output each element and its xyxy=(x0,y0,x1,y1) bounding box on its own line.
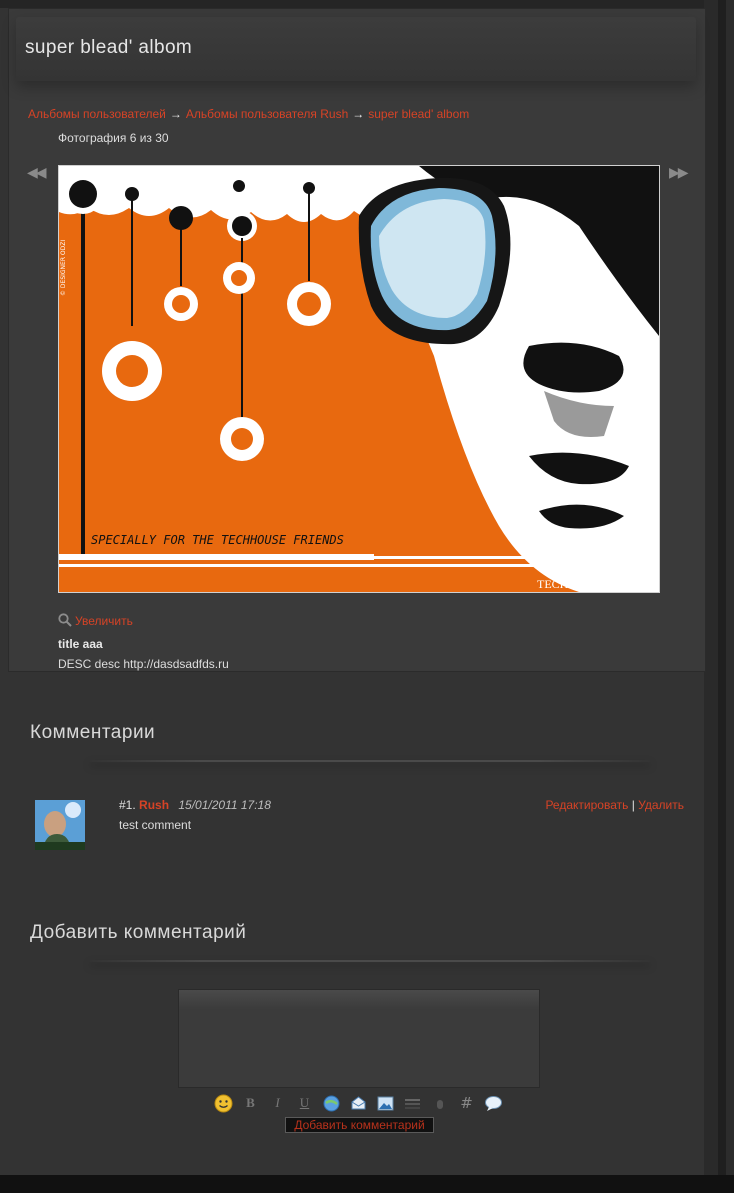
top-border xyxy=(0,0,704,8)
underline-icon[interactable]: U xyxy=(295,1094,314,1113)
album-title: super blead' albom xyxy=(25,37,193,58)
link-icon[interactable] xyxy=(322,1094,341,1113)
image-icon[interactable] xyxy=(376,1094,395,1113)
photo-artwork: SPECIALLY FOR THE TECHHOUSE FRIENDS TECH… xyxy=(59,166,659,592)
comments-divider xyxy=(90,760,650,762)
avatar[interactable] xyxy=(35,800,85,850)
bold-icon[interactable]: B xyxy=(241,1094,260,1113)
photo-counter: Фотография 6 из 30 xyxy=(58,131,169,145)
album-panel: super blead' albom Альбомы пользователей… xyxy=(8,8,706,672)
comment-text: test comment xyxy=(119,818,192,832)
smiley-icon[interactable] xyxy=(214,1094,233,1113)
actions-separator: | xyxy=(631,798,635,812)
comment-number: #1. xyxy=(119,798,136,812)
quote-icon[interactable] xyxy=(403,1094,422,1113)
photo-watermark: TECHHOUSE.EE xyxy=(537,577,626,591)
breadcrumb-users-albums[interactable]: Альбомы пользователей xyxy=(28,107,166,121)
email-icon[interactable] xyxy=(349,1094,368,1113)
breadcrumb: Альбомы пользователей → Альбомы пользовате… xyxy=(28,107,469,121)
right-rail xyxy=(704,0,718,1175)
photo-description: DESC desc http://dasdsadfds.ru xyxy=(58,657,229,671)
breadcrumb-separator: → xyxy=(169,107,182,121)
comment-author-link[interactable]: Rush xyxy=(139,798,169,812)
photo-title: title aaa xyxy=(58,637,103,651)
italic-icon[interactable]: I xyxy=(268,1094,287,1113)
edit-comment-link[interactable]: Редактировать xyxy=(545,798,628,812)
comment-meta: #1. Rush 15/01/2011 17:18 xyxy=(119,798,271,812)
zoom-link[interactable]: Увеличить xyxy=(58,613,133,630)
add-comment-button[interactable]: Добавить комментарий xyxy=(285,1117,434,1133)
comment-date: 15/01/2011 17:18 xyxy=(178,798,271,812)
magnifier-icon xyxy=(58,613,72,630)
breadcrumb-current-album[interactable]: super blead' albom xyxy=(368,107,469,121)
add-comment-heading: Добавить комментарий xyxy=(30,922,247,943)
bbcode-toolbar: B I U # xyxy=(214,1093,503,1113)
album-photo[interactable]: SPECIALLY FOR THE TECHHOUSE FRIENDS TECH… xyxy=(58,165,660,593)
delete-comment-link[interactable]: Удалить xyxy=(638,798,684,812)
comments-heading: Комментарии xyxy=(30,722,156,743)
photo-caption-art: SPECIALLY FOR THE TECHHOUSE FRIENDS xyxy=(91,533,344,547)
zoom-label: Увеличить xyxy=(75,614,133,628)
prev-photo-icon[interactable]: ◀◀ xyxy=(27,164,46,181)
spoiler-icon[interactable] xyxy=(430,1094,449,1113)
add-comment-divider xyxy=(90,960,650,962)
photo-designer-mark: © DESIGNER ODZI xyxy=(60,240,67,296)
comment-actions: Редактировать | Удалить xyxy=(545,798,684,812)
next-photo-icon[interactable]: ▶▶ xyxy=(669,164,688,181)
comment-textarea[interactable] xyxy=(178,989,540,1088)
bottom-bar xyxy=(0,1175,734,1193)
chat-icon[interactable] xyxy=(484,1094,503,1113)
code-icon[interactable]: # xyxy=(457,1094,476,1113)
breadcrumb-user-albums[interactable]: Альбомы пользователя Rush xyxy=(186,107,348,121)
breadcrumb-separator: → xyxy=(352,107,365,121)
